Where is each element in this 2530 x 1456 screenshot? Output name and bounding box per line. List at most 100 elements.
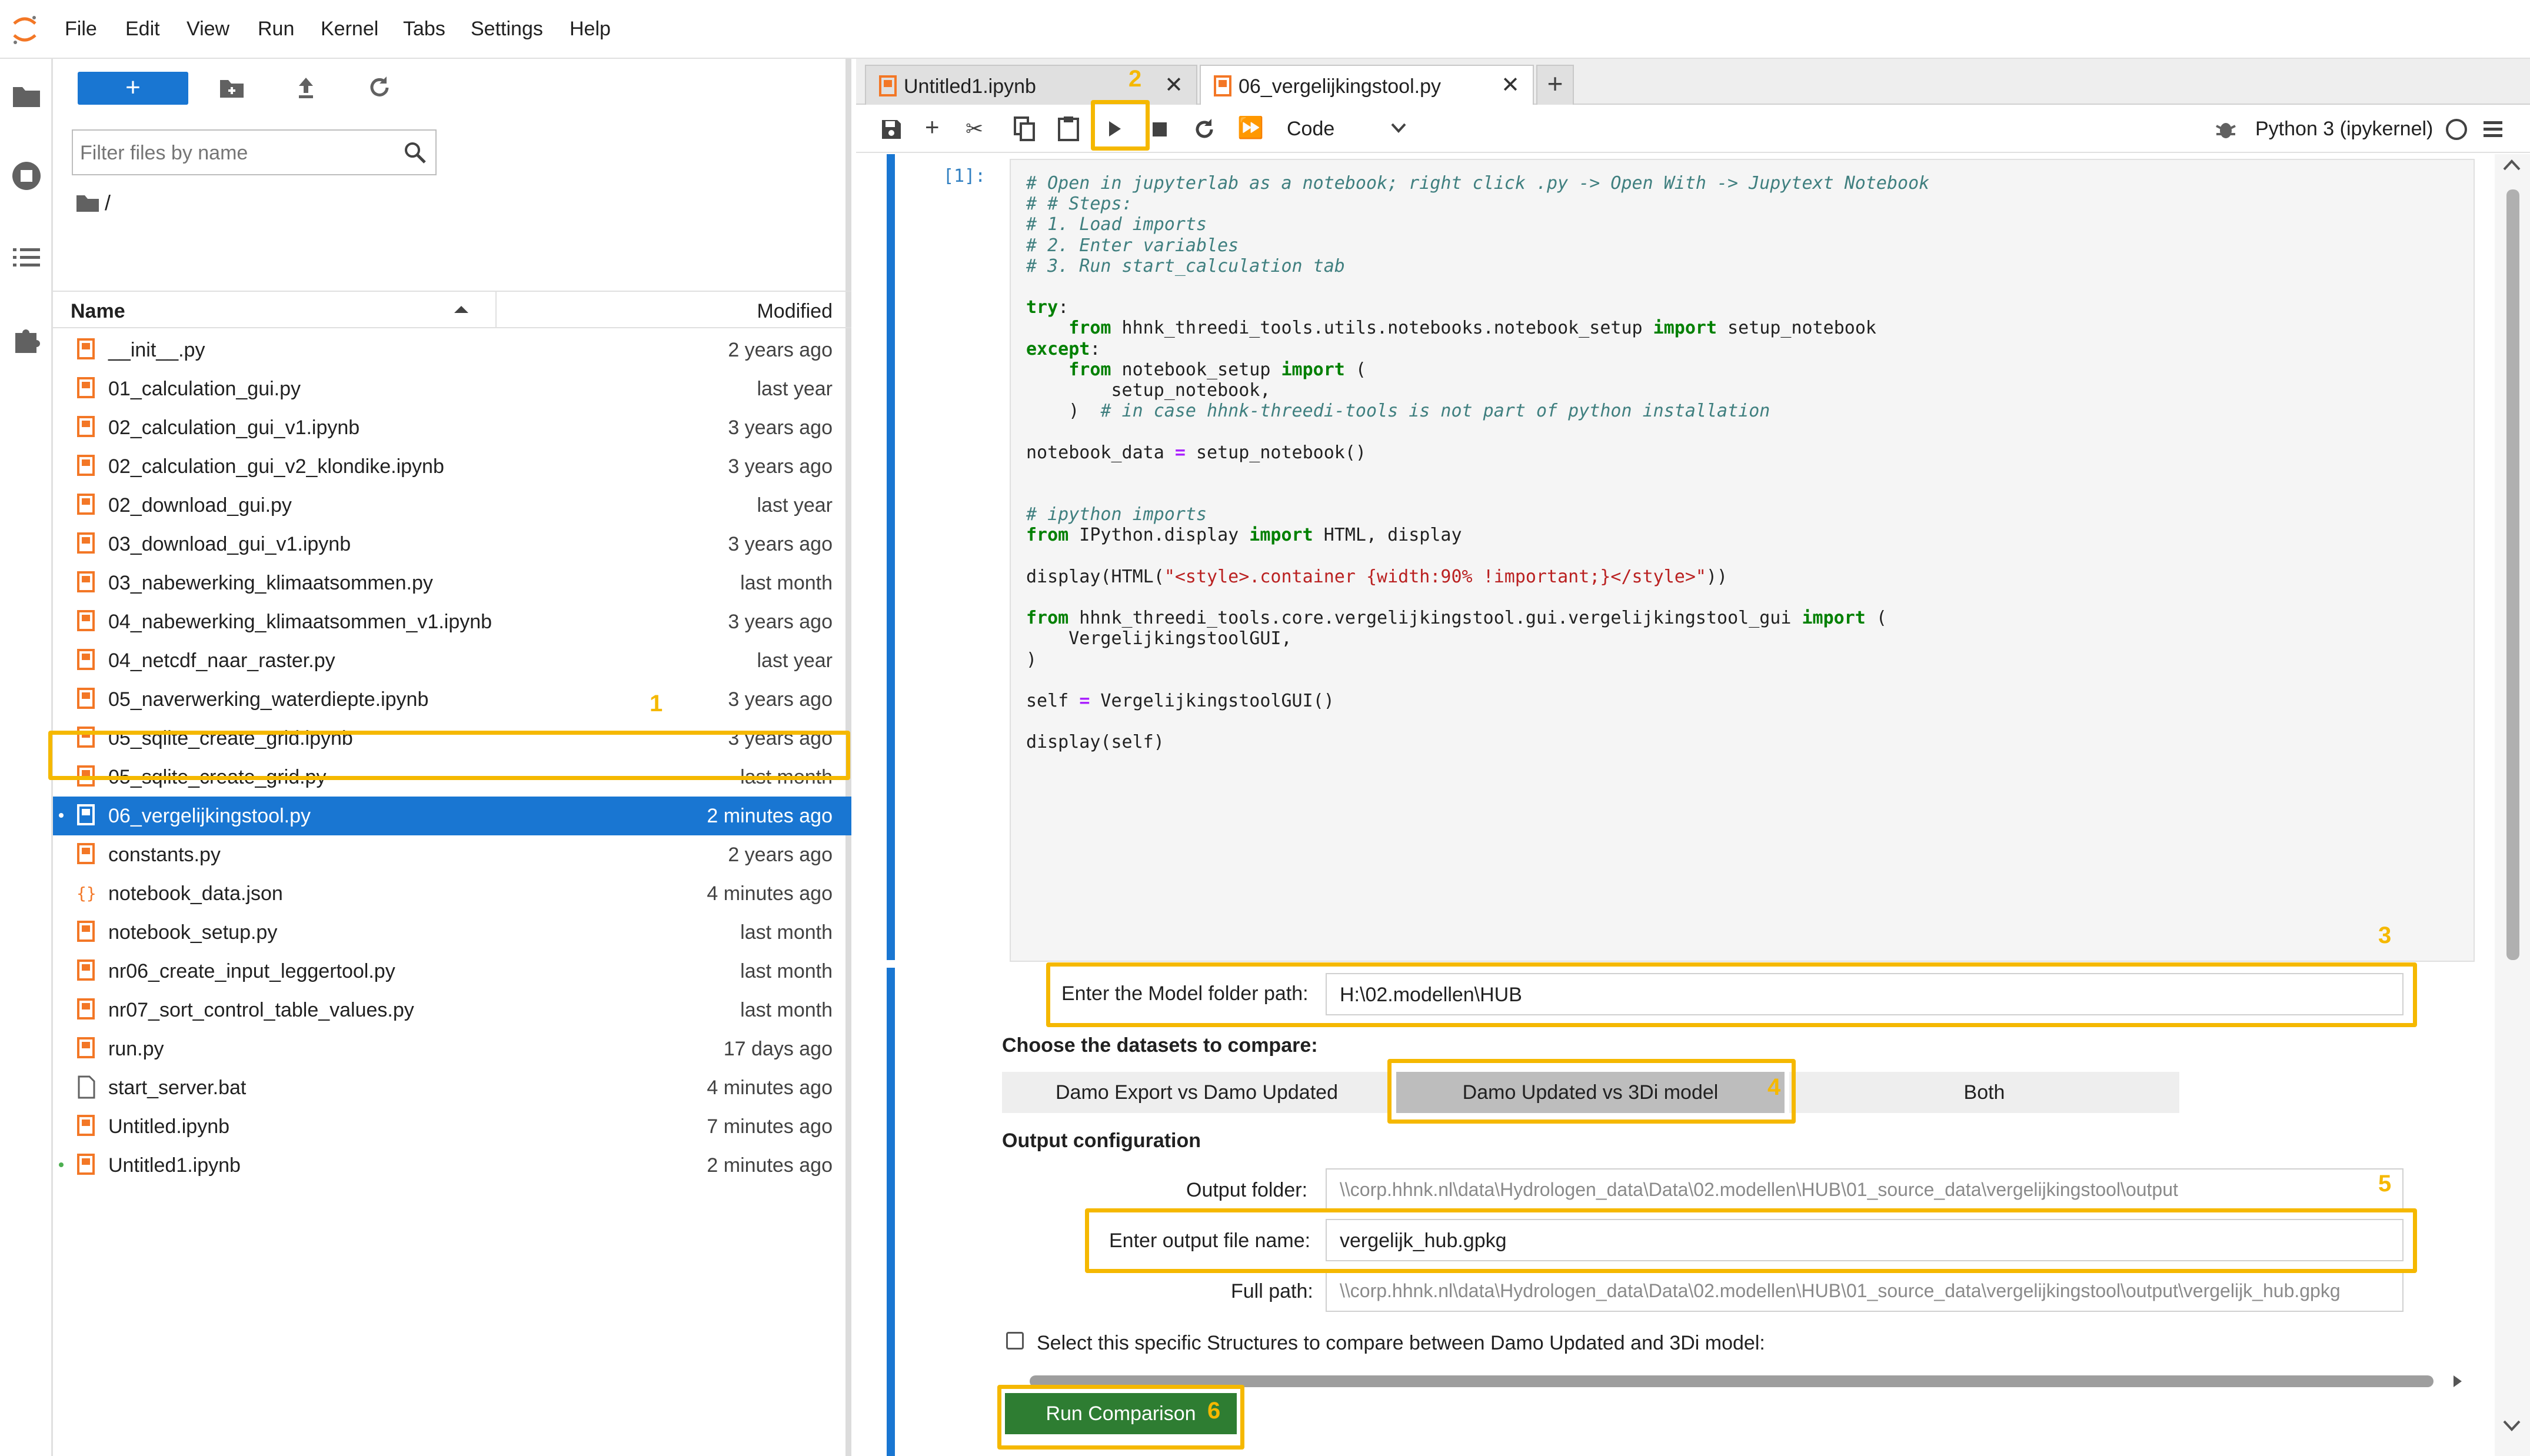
- paste-icon[interactable]: [1057, 115, 1080, 141]
- run-cell-icon[interactable]: [1106, 119, 1123, 139]
- filter-box: [72, 129, 437, 175]
- jupyter-logo-icon: [13, 16, 36, 44]
- file-row[interactable]: nr06_create_input_leggertool.py last mont…: [53, 952, 851, 991]
- run-comparison-button[interactable]: Run Comparison: [1005, 1393, 1237, 1434]
- column-name-header[interactable]: Name: [71, 300, 125, 323]
- kernel-name[interactable]: Python 3 (ipykernel): [2255, 118, 2433, 141]
- cut-icon[interactable]: ✂: [966, 116, 983, 141]
- py-icon: [77, 765, 95, 787]
- code-line: except:: [1026, 338, 1101, 359]
- toc-icon[interactable]: [12, 246, 41, 269]
- column-modified-header[interactable]: Modified: [757, 300, 833, 323]
- file-row[interactable]: nr07_sort_control_table_values.py last mo…: [53, 991, 851, 1029]
- file-row[interactable]: constants.py 2 years ago: [53, 835, 851, 874]
- copy-icon[interactable]: [1014, 116, 1036, 141]
- file-row[interactable]: notebook_setup.py last month: [53, 913, 851, 952]
- horizontal-scrollbar-thumb[interactable]: [1030, 1375, 2434, 1387]
- menu-file[interactable]: File: [65, 18, 97, 41]
- file-row[interactable]: 05_sqlite_create_grid.py last month: [53, 758, 851, 797]
- file-row[interactable]: 02_calculation_gui_v1.ipynb 3 years ago: [53, 408, 851, 447]
- cell-collapser[interactable]: [887, 154, 895, 960]
- stop-icon[interactable]: [1151, 121, 1168, 138]
- file-row[interactable]: 04_netcdf_naar_raster.py last year: [53, 641, 851, 680]
- filter-input[interactable]: [80, 138, 386, 168]
- menu-settings[interactable]: Settings: [471, 18, 543, 41]
- menu-edit[interactable]: Edit: [125, 18, 160, 41]
- file-row[interactable]: 03_download_gui_v1.ipynb 3 years ago: [53, 525, 851, 564]
- refresh-icon[interactable]: [367, 75, 392, 100]
- breadcrumb-path[interactable]: /: [105, 191, 111, 215]
- file-row[interactable]: Untitled.ipynb 7 minutes ago: [53, 1107, 851, 1146]
- output-collapser[interactable]: [887, 968, 895, 1456]
- py-icon: [77, 921, 95, 942]
- new-folder-icon[interactable]: [219, 76, 245, 100]
- model-folder-input[interactable]: H:\02.modellen\HUB: [1326, 973, 2404, 1015]
- file-row[interactable]: 05_naverwerking_waterdiepte.ipynb 3 years…: [53, 680, 851, 719]
- horizontal-scrollbar[interactable]: [1000, 1368, 2489, 1392]
- file-row[interactable]: 06_vergelijkingstool.py 2 minutes ago: [53, 797, 851, 835]
- output-file-input[interactable]: vergelijk_hub.gpkg: [1326, 1219, 2404, 1261]
- running-icon[interactable]: [11, 160, 42, 192]
- menu-icon[interactable]: [2481, 118, 2505, 141]
- folder-breadcrumb-icon[interactable]: [75, 192, 100, 213]
- close-icon[interactable]: ✕: [1501, 72, 1520, 98]
- scroll-down-icon[interactable]: [2502, 1419, 2522, 1433]
- toggle-damo-updated-vs-3di[interactable]: Damo Updated vs 3Di model: [1396, 1072, 1785, 1113]
- file-row[interactable]: start_server.bat 4 minutes ago: [53, 1068, 851, 1107]
- structures-checkbox[interactable]: [1006, 1332, 1024, 1350]
- code-line: ) # in case hhnk-threedi-tools is not pa…: [1026, 401, 1770, 422]
- file-row[interactable]: 01_calculation_gui.py last year: [53, 369, 851, 408]
- restart-icon[interactable]: [1193, 118, 1216, 141]
- file-modified: 3 years ago: [728, 727, 833, 749]
- menu-tabs[interactable]: Tabs: [403, 18, 445, 41]
- file-row[interactable]: 04_nabewerking_klimaatsommen_v1.ipynb 3 y…: [53, 602, 851, 641]
- folder-icon[interactable]: [12, 82, 41, 108]
- upload-icon[interactable]: [294, 75, 318, 100]
- menu-view[interactable]: View: [187, 18, 229, 41]
- new-launcher-button[interactable]: +: [78, 72, 188, 105]
- file-row[interactable]: 03_nabewerking_klimaatsommen.py last mont…: [53, 564, 851, 602]
- file-name: 01_calculation_gui.py: [108, 378, 301, 400]
- file-name: 02_calculation_gui_v2_klondike.ipynb: [108, 455, 444, 478]
- notebook-icon: [77, 688, 95, 709]
- new-tab-button[interactable]: +: [1536, 65, 1574, 105]
- output-folder-input[interactable]: \\corp.hhnk.nl\data\Hydrologen_data\Data…: [1326, 1168, 2404, 1211]
- py-icon: [77, 998, 95, 1019]
- file-name: notebook_data.json: [108, 882, 283, 905]
- toggle-both[interactable]: Both: [1789, 1072, 2179, 1113]
- bug-icon[interactable]: [2214, 118, 2238, 141]
- file-modified: last month: [740, 766, 833, 788]
- file-row[interactable]: Untitled1.ipynb 2 minutes ago: [53, 1146, 851, 1185]
- full-path-input[interactable]: \\corp.hhnk.nl\data\Hydrologen_data\Data…: [1326, 1270, 2404, 1312]
- file-row[interactable]: 05_sqlite_create_grid.ipynb 3 years ago: [53, 719, 851, 758]
- code-cell-editor[interactable]: # Open in jupyterlab as a notebook; righ…: [1010, 159, 2475, 962]
- file-row[interactable]: run.py 17 days ago: [53, 1029, 851, 1068]
- tab-vergelijkingstool[interactable]: 06_vergelijkingstool.py ✕: [1200, 65, 1534, 105]
- file-row[interactable]: __init__.py 2 years ago: [53, 331, 851, 369]
- code-line: setup_notebook,: [1026, 380, 1271, 401]
- notebook-icon: [77, 532, 95, 554]
- chevron-down-icon[interactable]: [1390, 122, 1407, 134]
- file-row[interactable]: 02_calculation_gui_v2_klondike.ipynb 3 ye…: [53, 447, 851, 486]
- menu-help[interactable]: Help: [570, 18, 611, 41]
- save-icon[interactable]: [880, 118, 903, 141]
- file-modified: last month: [740, 999, 833, 1021]
- close-icon[interactable]: ✕: [1164, 72, 1183, 98]
- scroll-right-icon[interactable]: [2451, 1373, 2464, 1390]
- notebook-scrollbar[interactable]: [2495, 154, 2530, 1456]
- tab-untitled1[interactable]: Untitled1.ipynb ✕: [865, 65, 1197, 105]
- scrollbar-thumb[interactable]: [2506, 189, 2519, 960]
- file-name: 05_sqlite_create_grid.ipynb: [108, 727, 353, 749]
- file-row[interactable]: 02_download_gui.py last year: [53, 486, 851, 525]
- menu-run[interactable]: Run: [258, 18, 294, 41]
- fast-forward-icon[interactable]: ⏩: [1237, 115, 1264, 140]
- toggle-damo-export-vs-updated[interactable]: Damo Export vs Damo Updated: [1002, 1072, 1392, 1113]
- extension-icon[interactable]: [12, 325, 41, 354]
- file-row[interactable]: {} notebook_data.json 4 minutes ago: [53, 874, 851, 913]
- cell-type-select[interactable]: Code: [1287, 118, 1334, 141]
- annotation-number-3: 3: [2378, 922, 2392, 948]
- column-divider[interactable]: [495, 292, 497, 327]
- menu-kernel[interactable]: Kernel: [321, 18, 378, 41]
- scroll-up-icon[interactable]: [2502, 158, 2522, 172]
- insert-cell-icon[interactable]: +: [925, 113, 940, 141]
